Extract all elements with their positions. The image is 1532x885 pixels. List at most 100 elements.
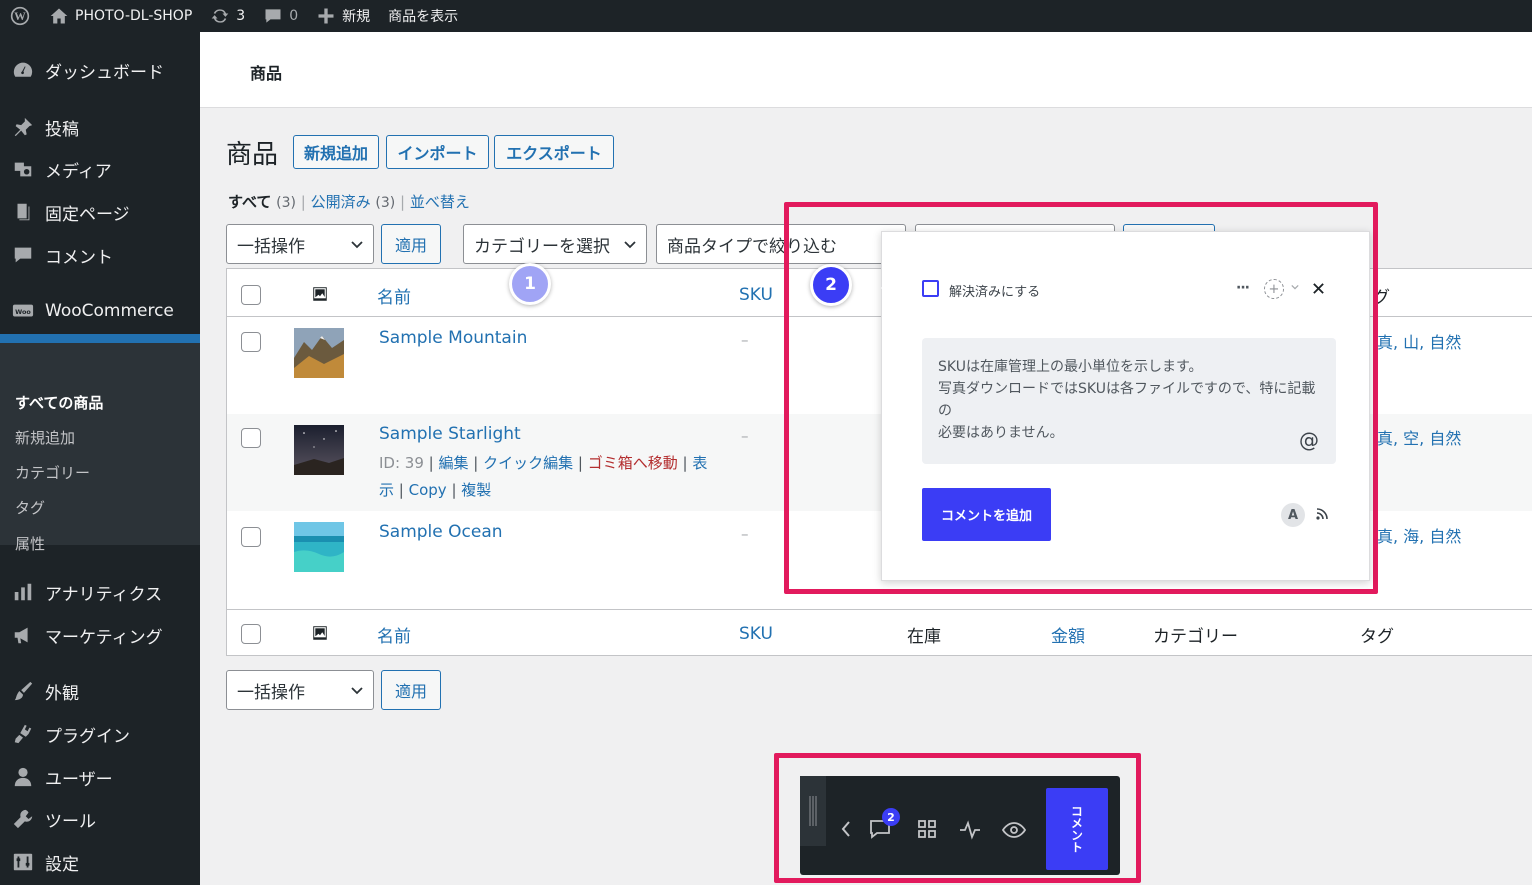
export-button[interactable]: エクスポート (494, 135, 614, 169)
column-footer-price[interactable]: 金額 (1051, 622, 1085, 647)
new-content-link[interactable]: 新規 (307, 0, 379, 32)
sidebar-item-plugins[interactable]: プラグイン (0, 714, 200, 754)
sidebar-item-tools[interactable]: ツール (0, 799, 200, 839)
site-name: PHOTO-DL-SHOP (75, 8, 193, 24)
import-button[interactable]: インポート (386, 135, 489, 169)
sidebar-label-pages: 固定ページ (45, 204, 130, 225)
site-name-link[interactable]: PHOTO-DL-SHOP (40, 0, 201, 32)
wrench-icon (10, 808, 36, 830)
column-footer-name[interactable]: 名前 (377, 622, 411, 647)
sidebar-item-marketing[interactable]: マーケティング (0, 615, 200, 655)
product-name-link[interactable]: Sample Mountain (379, 328, 527, 348)
sidebar-item-comments[interactable]: コメント (0, 235, 200, 275)
apply-button-bottom[interactable]: 適用 (381, 670, 441, 710)
more-options-icon[interactable]: ··· (1236, 280, 1250, 296)
bulk-action-value: 一括操作 (237, 236, 305, 257)
row-checkbox[interactable] (241, 332, 261, 352)
apply-button-top[interactable]: 適用 (381, 224, 441, 264)
row-checkbox[interactable] (241, 527, 261, 547)
admin-bar: W PHOTO-DL-SHOP 3 0 新規 商品を表示 (0, 0, 1532, 32)
row-action-edit[interactable]: 編集 (438, 454, 468, 472)
filter-all-count: (3) (276, 195, 296, 211)
activity-icon[interactable] (958, 818, 982, 842)
sidebar-label-analytics: アナリティクス (45, 584, 163, 605)
updates-link[interactable]: 3 (201, 0, 254, 32)
table-footer-row: 名前 SKU 在庫 金額 カテゴリー タグ (227, 609, 1532, 657)
comments-link[interactable]: 0 (254, 0, 307, 32)
sidebar-label-media: メディア (45, 161, 112, 182)
product-name-link[interactable]: Sample Ocean (379, 522, 503, 542)
row-action-trash[interactable]: ゴミ箱へ移動 (588, 454, 678, 472)
column-header-sku[interactable]: SKU (739, 285, 773, 305)
new-label: 新規 (342, 9, 371, 25)
popup-arrow (871, 278, 891, 298)
sidebar-item-settings[interactable]: 設定 (0, 842, 200, 882)
category-select[interactable]: カテゴリーを選択 (463, 224, 647, 264)
submenu-attributes[interactable]: 属性 (15, 533, 45, 554)
starlight-thumbnail[interactable] (294, 425, 344, 475)
chevron-left-icon[interactable] (840, 820, 852, 838)
rss-feed-icon[interactable] (1315, 507, 1329, 521)
row-checkbox[interactable] (241, 428, 261, 448)
product-sku: – (741, 525, 749, 543)
ocean-thumbnail[interactable] (294, 522, 344, 572)
updates-icon (210, 6, 230, 26)
filter-published-link[interactable]: 公開済み (311, 193, 371, 211)
sidebar-item-appearance[interactable]: 外観 (0, 671, 200, 711)
submenu-all-products[interactable]: すべての商品 (15, 392, 103, 413)
filter-separator: | (400, 193, 406, 211)
row-action-view[interactable]: 表 (692, 454, 707, 472)
column-header-name[interactable]: 名前 (377, 283, 411, 308)
bulk-action-select-bottom[interactable]: 一括操作 (226, 670, 374, 710)
comment-body: SKUは在庫管理上の最小単位を示します。 写真ダウンロードではSKUは各ファイル… (922, 338, 1336, 464)
submenu-add-new[interactable]: 新規追加 (15, 427, 75, 448)
sidebar-label-appearance: 外観 (45, 683, 79, 704)
close-icon[interactable] (1312, 282, 1325, 295)
sidebar-item-analytics[interactable]: アナリティクス (0, 572, 200, 612)
row-action-view-cont[interactable]: 示 (379, 481, 394, 499)
sidebar-item-posts[interactable]: 投稿 (0, 107, 200, 147)
mention-icon[interactable]: @ (1299, 428, 1319, 452)
sidebar-item-pages[interactable]: 固定ページ (0, 192, 200, 232)
drag-handle[interactable] (800, 776, 826, 846)
mountain-thumbnail[interactable] (294, 328, 344, 378)
product-tags[interactable]: 真, 山, 自然 (1377, 329, 1461, 353)
comments-count: 0 (289, 8, 299, 24)
comment-marker-2[interactable]: 2 (810, 264, 852, 306)
sidebar-item-users[interactable]: ユーザー (0, 757, 200, 797)
sidebar-item-woocommerce[interactable]: Woo WooCommerce (0, 291, 200, 331)
filter-all-link[interactable]: すべて (228, 193, 271, 211)
sidebar-item-media[interactable]: メディア (0, 149, 200, 189)
product-tags[interactable]: 真, 海, 自然 (1377, 523, 1461, 547)
column-footer-categories: カテゴリー (1153, 627, 1238, 647)
user-avatar: A (1281, 503, 1305, 527)
add-reaction-icon[interactable]: + (1264, 279, 1284, 299)
resolve-checkbox[interactable] (922, 280, 939, 297)
product-sku: – (741, 331, 749, 349)
resolve-label[interactable]: 解決済みにする (949, 281, 1040, 300)
product-name-link[interactable]: Sample Starlight (379, 424, 521, 444)
grid-icon[interactable] (917, 819, 937, 839)
column-footer-tags: タグ (1360, 627, 1394, 647)
comment-marker-1[interactable]: 1 (509, 263, 551, 305)
submenu-tags[interactable]: タグ (15, 497, 45, 518)
eye-icon[interactable] (1002, 818, 1026, 842)
row-action-duplicate[interactable]: 複製 (461, 481, 491, 499)
row-action-copy[interactable]: Copy (409, 481, 447, 499)
filter-sort-link[interactable]: 並べ替え (410, 193, 470, 211)
sidebar-item-dashboard[interactable]: ダッシュボード (0, 50, 200, 90)
chevron-down-icon[interactable] (1291, 283, 1299, 291)
wordpress-logo-menu[interactable]: W (0, 0, 40, 32)
view-products-link[interactable]: 商品を表示 (379, 0, 467, 32)
view-products-label: 商品を表示 (388, 9, 459, 25)
bulk-action-select-top[interactable]: 一括操作 (226, 224, 374, 264)
comment-mode-tab[interactable]: コメント (1046, 788, 1108, 870)
row-action-quick-edit[interactable]: クイック編集 (483, 454, 573, 472)
column-footer-sku[interactable]: SKU (739, 624, 773, 644)
select-all-checkbox-footer[interactable] (241, 624, 261, 644)
add-comment-button[interactable]: コメントを追加 (922, 488, 1051, 541)
product-tags[interactable]: 真, 空, 自然 (1377, 425, 1461, 449)
submenu-categories[interactable]: カテゴリー (15, 462, 90, 483)
add-new-button[interactable]: 新規追加 (293, 135, 379, 169)
select-all-checkbox[interactable] (241, 285, 261, 305)
